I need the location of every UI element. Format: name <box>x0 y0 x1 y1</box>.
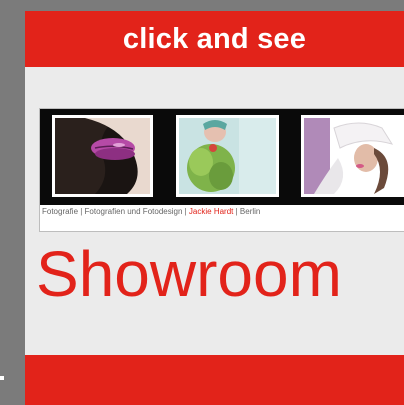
footer-bar <box>25 355 404 405</box>
thumbnail-green-feathers[interactable] <box>176 115 279 197</box>
thumbnail-white-hat[interactable] <box>301 115 404 197</box>
showroom-title: Showroom <box>36 238 342 310</box>
film-strip <box>40 109 404 205</box>
window-frame-left <box>0 0 25 405</box>
caption-author-link[interactable]: Jackie Hardt <box>189 207 233 216</box>
banner-text: click and see <box>122 22 307 55</box>
page: click and see Fotografie | Fotografien u… <box>25 11 404 405</box>
caption-text-start: Fotografie | Fotografien und Fotodesign … <box>42 207 187 216</box>
green-feather-photo-image <box>179 118 276 194</box>
caption-text-end: | Berlin <box>235 207 261 216</box>
click-and-see-banner[interactable]: click and see <box>25 11 404 67</box>
gallery-caption: Fotografie | Fotografien und Fotodesign … <box>42 207 260 216</box>
white-hat-photo-image <box>304 118 404 194</box>
photo-gallery: Fotografie | Fotografien und Fotodesign … <box>39 108 404 232</box>
thumbnail-lips[interactable] <box>52 115 153 197</box>
window-frame-top <box>0 0 404 11</box>
lips-photo-image <box>55 118 150 194</box>
scroll-marker <box>0 376 4 380</box>
